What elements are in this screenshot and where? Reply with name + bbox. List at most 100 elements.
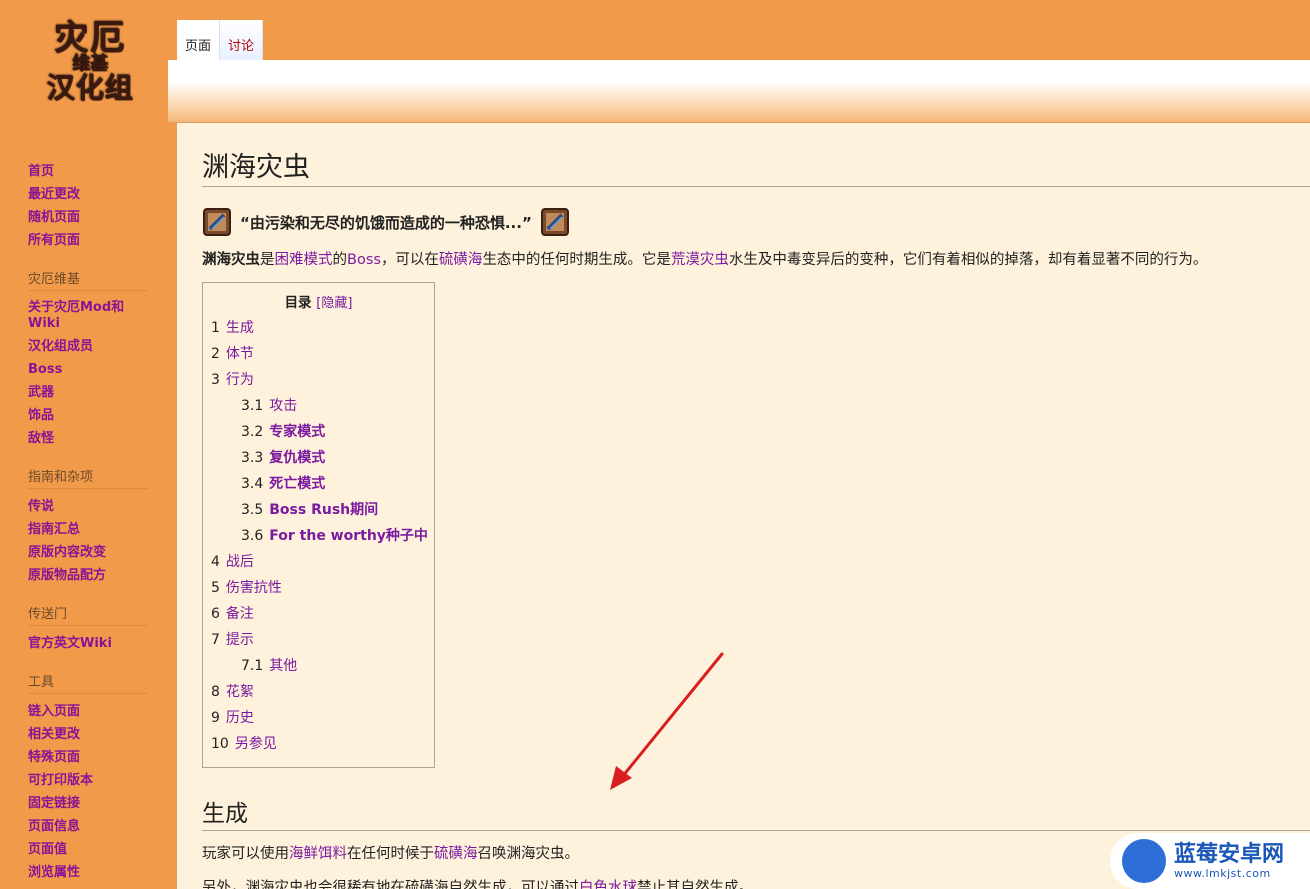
link-boss[interactable]: Boss (347, 252, 381, 268)
toc-link[interactable]: 历史 (226, 710, 254, 726)
toc-item[interactable]: 7.1 其他 (211, 653, 434, 679)
link-desert-scourge[interactable]: 荒漠灾虫 (671, 252, 729, 268)
sidebar-item[interactable]: 页面值 (28, 838, 148, 861)
boss-trophy-icon (540, 208, 569, 236)
boss-quote: “由污染和无尽的饥饿而造成的一种恐惧...” (202, 207, 1310, 237)
toc-item[interactable]: 2 体节 (211, 341, 434, 367)
sidebar-item[interactable]: 浏览属性 (28, 861, 148, 884)
toc-item[interactable]: 8 花絮 (211, 679, 434, 705)
sidebar-item-all-pages[interactable]: 所有页面 (28, 233, 80, 248)
sidebar-item-weapons[interactable]: 武器 (28, 385, 54, 400)
sidebar-item-home[interactable]: 首页 (28, 164, 54, 179)
sidebar-item-accessories[interactable]: 饰品 (28, 408, 54, 423)
toc-number: 3.3 (241, 450, 264, 466)
toc-link[interactable]: Boss Rush期间 (269, 502, 378, 518)
sidebar-item-page-values[interactable]: 页面值 (28, 842, 67, 857)
sidebar-item-enemies[interactable]: 敌怪 (28, 431, 54, 446)
sidebar-item-random-page[interactable]: 随机页面 (28, 210, 80, 225)
toc-link[interactable]: 其他 (269, 658, 297, 674)
sidebar-item-boss[interactable]: Boss (28, 362, 62, 377)
toc-link[interactable]: 生成 (226, 320, 254, 336)
sidebar-item[interactable]: 最近更改 (28, 183, 148, 206)
toc-link[interactable]: 备注 (226, 606, 254, 622)
toc-link[interactable]: 花絮 (226, 684, 254, 700)
link-seafood-bait[interactable]: 海鲜饵料 (289, 846, 347, 862)
sidebar-item-english-wiki[interactable]: 官方英文Wiki (28, 636, 112, 651)
sidebar-item[interactable]: 固定链接 (28, 792, 148, 815)
sidebar-item[interactable]: Boss (28, 358, 148, 381)
link-sulphurous-sea[interactable]: 硫磺海 (439, 252, 483, 268)
site-logo[interactable]: 灾厄 维基 汉化组 (42, 14, 138, 110)
sidebar-item[interactable]: 首页 (28, 160, 148, 183)
toc-title-text: 目录 (284, 295, 312, 311)
toc-link[interactable]: 战后 (226, 554, 254, 570)
toc-item[interactable]: 5 伤害抗性 (211, 575, 434, 601)
sidebar-item[interactable]: 敌怪 (28, 427, 148, 450)
sidebar-item-members[interactable]: 汉化组成员 (28, 339, 93, 354)
sidebar-item[interactable]: 随机页面 (28, 206, 148, 229)
toc-item[interactable]: 7 提示 (211, 627, 434, 653)
table-of-contents: 目录 [隐藏] 1 生成 2 体节 3 行为 3.1 攻击 3.2 专家模式 3.3 复仇模… (202, 282, 435, 768)
intro-bold-name: 渊海灾虫 (202, 252, 260, 268)
toc-link[interactable]: 死亡模式 (269, 476, 325, 492)
sidebar: 首页 最近更改 随机页面 所有页面 灾厄维基 关于灾厄Mod和Wiki 汉化组成… (0, 160, 168, 884)
sidebar-item[interactable]: 官方英文Wiki (28, 632, 148, 655)
toc-item[interactable]: 3.1 攻击 (211, 393, 434, 419)
sidebar-item[interactable]: 相关更改 (28, 723, 148, 746)
sidebar-item-permalink[interactable]: 固定链接 (28, 796, 80, 811)
intro-text: 是 (260, 252, 275, 268)
sidebar-item-browse-properties[interactable]: 浏览属性 (28, 865, 80, 880)
link-sulphurous-sea[interactable]: 硫磺海 (434, 846, 478, 862)
sidebar-item-special-pages[interactable]: 特殊页面 (28, 750, 80, 765)
toc-item[interactable]: 6 备注 (211, 601, 434, 627)
toc-link[interactable]: 复仇模式 (269, 450, 325, 466)
link-white-orb[interactable]: 白色水球 (579, 880, 637, 889)
sidebar-item-recent-changes[interactable]: 最近更改 (28, 187, 80, 202)
link-hardmode[interactable]: 困难模式 (275, 252, 333, 268)
sidebar-item-guides[interactable]: 指南汇总 (28, 522, 80, 537)
toc-link[interactable]: 提示 (226, 632, 254, 648)
toc-link[interactable]: 伤害抗性 (226, 580, 282, 596)
toc-link[interactable]: For the worthy种子中 (269, 528, 428, 544)
logo-line-3: 汉化组 (46, 71, 134, 104)
sidebar-item-about[interactable]: 关于灾厄Mod和Wiki (28, 300, 124, 331)
toc-item[interactable]: 3.3 复仇模式 (211, 445, 434, 471)
toc-link[interactable]: 体节 (226, 346, 254, 362)
toc-item[interactable]: 3.2 专家模式 (211, 419, 434, 445)
sidebar-item-related-changes[interactable]: 相关更改 (28, 727, 80, 742)
sidebar-item-what-links-here[interactable]: 链入页面 (28, 704, 80, 719)
toc-item[interactable]: 3.5 Boss Rush期间 (211, 497, 434, 523)
toc-link[interactable]: 另参见 (235, 736, 277, 752)
sidebar-item[interactable]: 关于灾厄Mod和Wiki (28, 297, 148, 335)
sidebar-item-vanilla-changes[interactable]: 原版内容改变 (28, 545, 106, 560)
sidebar-item[interactable]: 原版内容改变 (28, 541, 148, 564)
sidebar-item[interactable]: 饰品 (28, 404, 148, 427)
toc-item[interactable]: 1 生成 (211, 315, 434, 341)
toc-item[interactable]: 3 行为 (211, 367, 434, 393)
sidebar-item[interactable]: 原版物品配方 (28, 564, 148, 587)
tab-talk[interactable]: 讨论 (220, 20, 264, 60)
toc-link[interactable]: 攻击 (269, 398, 297, 414)
sidebar-item[interactable]: 所有页面 (28, 229, 148, 252)
toc-hide-toggle[interactable]: [隐藏] (316, 296, 352, 311)
sidebar-item[interactable]: 汉化组成员 (28, 335, 148, 358)
toc-link[interactable]: 专家模式 (269, 424, 325, 440)
sidebar-item-page-info[interactable]: 页面信息 (28, 819, 80, 834)
sidebar-item[interactable]: 武器 (28, 381, 148, 404)
toc-item[interactable]: 9 历史 (211, 705, 434, 731)
toc-item[interactable]: 3.4 死亡模式 (211, 471, 434, 497)
toc-item[interactable]: 10 另参见 (211, 731, 434, 757)
toc-item[interactable]: 4 战后 (211, 549, 434, 575)
sidebar-item[interactable]: 链入页面 (28, 700, 148, 723)
sidebar-item[interactable]: 可打印版本 (28, 769, 148, 792)
tab-page[interactable]: 页面 (177, 20, 221, 60)
sidebar-item[interactable]: 传说 (28, 495, 148, 518)
sidebar-item[interactable]: 页面信息 (28, 815, 148, 838)
sidebar-item[interactable]: 特殊页面 (28, 746, 148, 769)
sidebar-item-printable[interactable]: 可打印版本 (28, 773, 93, 788)
toc-item[interactable]: 3.6 For the worthy种子中 (211, 523, 434, 549)
sidebar-item-vanilla-recipes[interactable]: 原版物品配方 (28, 568, 106, 583)
sidebar-item[interactable]: 指南汇总 (28, 518, 148, 541)
toc-link[interactable]: 行为 (226, 372, 254, 388)
sidebar-item-lore[interactable]: 传说 (28, 499, 54, 514)
